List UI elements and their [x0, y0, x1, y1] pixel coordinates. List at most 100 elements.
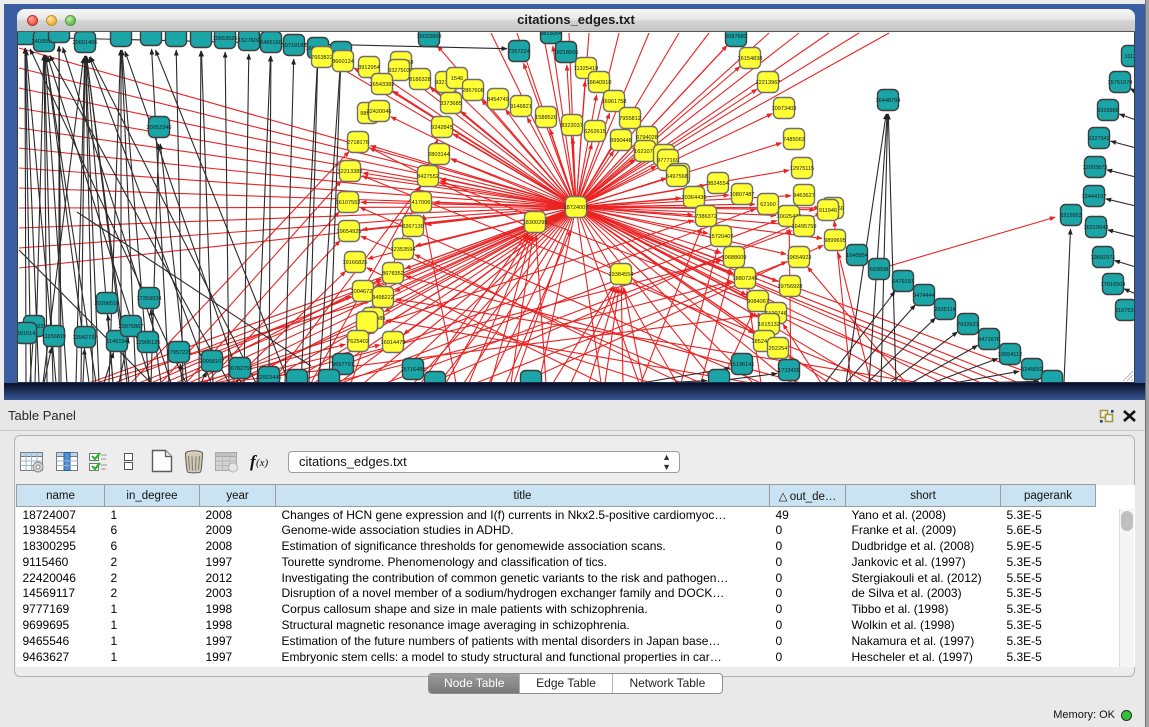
svg-text:6479197: 6479197: [892, 279, 914, 285]
svg-text:6466160: 6466160: [260, 40, 282, 46]
svg-text:17016504: 17016504: [1101, 282, 1126, 288]
svg-text:18300295: 18300295: [523, 220, 548, 226]
svg-text:7955812: 7955812: [619, 116, 641, 122]
svg-text:8678352: 8678352: [382, 271, 404, 277]
svg-text:19218506: 19218506: [554, 50, 579, 56]
svg-text:1733426: 1733426: [778, 368, 800, 374]
svg-text:9474444: 9474444: [913, 293, 935, 299]
svg-text:8660124: 8660124: [332, 59, 354, 65]
svg-text:391514: 391514: [18, 331, 35, 337]
svg-text:3373685: 3373685: [440, 101, 462, 107]
svg-text:8186328: 8186328: [409, 77, 431, 83]
svg-text:9657791: 9657791: [332, 362, 354, 368]
svg-text:12975115: 12975115: [790, 166, 814, 172]
svg-text:18640910: 18640910: [587, 80, 612, 86]
svg-text:20691406: 20691406: [73, 40, 98, 46]
svg-text:1167533: 1167533: [1115, 308, 1135, 314]
svg-text:17359924: 17359924: [137, 296, 162, 302]
svg-text:10653526: 10653526: [213, 36, 238, 42]
svg-text:16543382: 16543382: [370, 82, 395, 88]
svg-text:16782759: 16782759: [228, 366, 253, 372]
svg-text:19756928: 19756928: [778, 284, 803, 290]
svg-text:9329966: 9329966: [1097, 108, 1119, 114]
svg-text:1621072: 1621072: [634, 149, 656, 155]
svg-text:693898: 693898: [870, 267, 889, 273]
svg-text:16961758: 16961758: [602, 99, 627, 105]
svg-text:1588520: 1588520: [535, 115, 557, 121]
svg-text:7386372: 7386372: [695, 214, 717, 220]
svg-text:2867608: 2867608: [462, 88, 484, 94]
svg-text:9463627: 9463627: [793, 193, 815, 199]
svg-text:1546: 1546: [451, 76, 463, 82]
svg-text:18807249: 18807249: [733, 276, 758, 282]
svg-text:8427552: 8427552: [417, 174, 439, 180]
svg-text:16448794: 16448794: [876, 98, 901, 104]
svg-text:8990448: 8990448: [610, 138, 632, 144]
svg-text:3912954: 3912954: [358, 65, 380, 71]
svg-text:1145194: 1145194: [106, 339, 127, 345]
svg-text:(x): (x): [256, 457, 269, 469]
svg-text:417006: 417006: [412, 200, 431, 206]
svg-text:8454749: 8454749: [487, 97, 509, 103]
svg-text:10973403: 10973403: [772, 106, 797, 112]
svg-text:9899695: 9899695: [824, 238, 846, 244]
svg-text:10719185: 10719185: [282, 43, 307, 49]
svg-text:7357224: 7357224: [508, 49, 530, 55]
svg-text:7663822: 7663822: [311, 55, 333, 61]
svg-text:9245652: 9245652: [1021, 367, 1043, 373]
svg-text:9146821: 9146821: [510, 104, 532, 110]
svg-text:1615132: 1615132: [758, 322, 780, 328]
svg-text:8471676: 8471676: [978, 337, 1000, 343]
svg-text:9242845: 9242845: [431, 125, 453, 131]
svg-text:16914479: 16914479: [381, 340, 406, 346]
svg-text:19166825: 19166825: [343, 260, 368, 266]
svg-text:1640954: 1640954: [846, 253, 868, 259]
svg-text:20364436: 20364436: [682, 195, 707, 201]
svg-text:12213389: 12213389: [338, 169, 363, 175]
svg-text:6262615: 6262615: [584, 129, 606, 135]
svg-text:12923445: 12923445: [257, 375, 282, 381]
svg-text:12444157: 12444157: [1082, 194, 1107, 200]
svg-text:12093873: 12093873: [1083, 165, 1108, 171]
svg-text:11156819: 11156819: [42, 334, 66, 340]
svg-text:19654923: 19654923: [787, 255, 812, 261]
svg-text:20053346: 20053346: [147, 125, 172, 131]
svg-text:10688609: 10688609: [722, 255, 747, 261]
svg-text:3824554: 3824554: [707, 181, 729, 187]
svg-text:17957225: 17957225: [167, 350, 192, 356]
svg-text:8267130: 8267130: [402, 224, 424, 230]
svg-text:8215953: 8215953: [1060, 213, 1082, 219]
svg-text:16495759: 16495759: [792, 224, 817, 230]
svg-text:2087682: 2087682: [725, 34, 747, 40]
svg-text:9327503: 9327503: [388, 68, 410, 74]
svg-text:62160: 62160: [760, 202, 776, 208]
svg-text:7625402: 7625402: [347, 339, 369, 345]
svg-text:18724007: 18724007: [564, 205, 589, 211]
svg-text:16033809: 16033809: [417, 34, 442, 40]
svg-text:8322037: 8322037: [561, 123, 583, 129]
svg-text:9084067: 9084067: [747, 299, 769, 305]
svg-text:10958107: 10958107: [200, 359, 225, 365]
svg-text:911946: 911946: [819, 208, 837, 214]
svg-text:16107553: 16107553: [336, 200, 361, 206]
svg-text:11124: 11124: [1125, 54, 1135, 60]
svg-text:6497568: 6497568: [666, 174, 688, 180]
svg-text:9227342: 9227342: [1088, 136, 1110, 142]
svg-text:15136141: 15136141: [730, 362, 755, 368]
svg-text:2718176: 2718176: [347, 140, 369, 146]
svg-text:23975867: 23975867: [119, 324, 144, 330]
svg-text:20206516: 20206516: [95, 301, 120, 307]
svg-text:16154838: 16154838: [738, 56, 763, 62]
svg-text:7632621: 7632621: [957, 322, 979, 328]
svg-text:19692971: 19692971: [1091, 255, 1116, 261]
svg-text:12353594: 12353594: [391, 247, 416, 253]
svg-text:12213967: 12213967: [756, 80, 781, 86]
svg-text:19654925: 19654925: [337, 229, 362, 235]
svg-text:15716485: 15716485: [401, 367, 426, 373]
svg-text:12942737: 12942737: [73, 335, 98, 341]
svg-text:10807487: 10807487: [730, 192, 755, 198]
svg-text:15751074: 15751074: [1108, 80, 1133, 86]
svg-text:16210643: 16210643: [1084, 225, 1109, 231]
svg-text:12905135: 12905135: [136, 340, 161, 346]
svg-text:15720407: 15720407: [709, 234, 734, 240]
